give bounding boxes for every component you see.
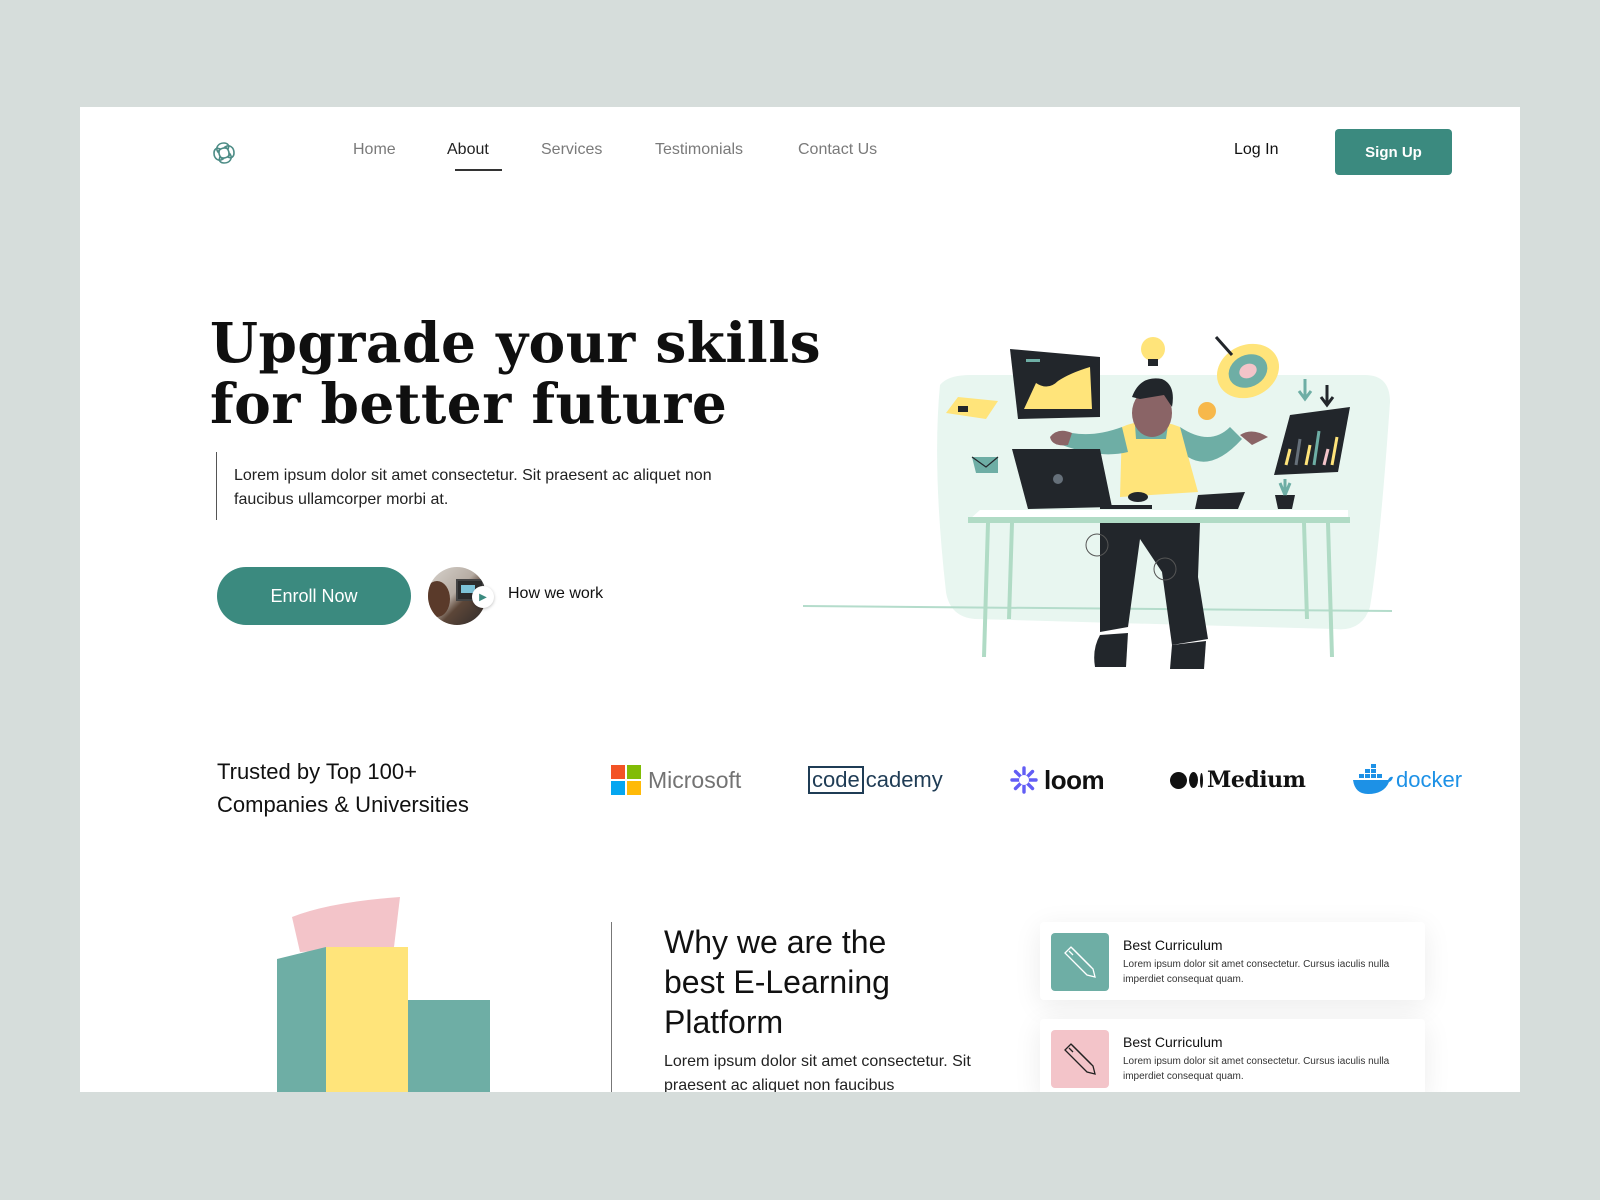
docker-whale-icon	[1353, 764, 1393, 794]
why-description: Lorem ipsum dolor sit amet consectetur. …	[664, 1053, 971, 1092]
codecademy-rest-text: cademy	[865, 767, 943, 792]
hero-title-line-2: for better future	[210, 371, 728, 436]
docker-logo: docker	[1352, 762, 1462, 798]
enroll-now-button[interactable]: Enroll Now	[217, 567, 411, 625]
medium-logo: Medium	[1170, 762, 1306, 798]
trusted-heading-line-2: Companies & Universities	[217, 792, 469, 817]
login-link[interactable]: Log In	[1234, 141, 1278, 159]
trusted-heading-line-1: Trusted by Top 100+	[217, 759, 417, 784]
nav-item-contact-us[interactable]: Contact Us	[798, 141, 877, 159]
thumbnail-person	[428, 581, 450, 617]
nav-item-testimonials[interactable]: Testimonials	[655, 141, 743, 159]
loom-logo: loom	[1010, 762, 1105, 798]
feature-title: Best Curriculum	[1123, 1034, 1223, 1050]
microsoft-grid-icon	[611, 765, 641, 795]
medium-dots-icon	[1170, 771, 1203, 789]
hero-illustration	[802, 336, 1393, 669]
lightbulb-icon	[1141, 337, 1165, 361]
why-divider	[611, 922, 612, 1092]
why-title: Why we are the best E-Learning Platform	[664, 922, 890, 1042]
feature-card[interactable]: Best Curriculum Lorem ipsum dolor sit am…	[1040, 922, 1425, 1000]
medium-text: Medium	[1207, 767, 1306, 793]
feature-title: Best Curriculum	[1123, 937, 1223, 953]
nav-item-about[interactable]: About	[447, 141, 489, 159]
plant-pot	[1275, 495, 1295, 509]
hero-title-line-1: Upgrade your skills	[210, 310, 822, 375]
trusted-heading: Trusted by Top 100+ Companies & Universi…	[217, 755, 469, 821]
pink-block	[292, 897, 400, 952]
hero-title: Upgrade your skills for better future	[210, 312, 821, 434]
hero-quote-bar	[216, 452, 217, 520]
play-icon[interactable]: ▶	[472, 586, 494, 608]
coin-icon	[1198, 402, 1216, 420]
shoe-left	[1094, 633, 1128, 667]
microsoft-logo: Microsoft	[611, 762, 741, 798]
why-title-line-2: best E-Learning	[664, 964, 890, 1000]
feature-description: Lorem ipsum dolor sit amet consectetur. …	[1123, 1056, 1390, 1082]
how-we-work-link[interactable]: How we work	[508, 585, 603, 603]
teal-block-right	[408, 1000, 490, 1092]
loom-asterisk-icon	[1010, 766, 1038, 794]
nav-item-home[interactable]: Home	[353, 141, 396, 159]
signup-button[interactable]: Sign Up	[1335, 129, 1452, 175]
docker-text: docker	[1396, 767, 1463, 792]
mouse	[1128, 492, 1148, 502]
feature-description: Lorem ipsum dolor sit amet consectetur. …	[1123, 959, 1390, 985]
yellow-block	[326, 947, 408, 1092]
loom-text: loom	[1044, 764, 1105, 795]
blocks-illustration	[277, 897, 490, 1092]
nav-item-services[interactable]: Services	[541, 141, 602, 159]
pencil-icon	[1051, 933, 1109, 991]
why-title-line-1: Why we are the	[664, 924, 887, 960]
codecademy-box-text: code	[808, 766, 864, 794]
active-nav-underline	[455, 169, 502, 171]
swirl-logo-icon[interactable]	[210, 139, 238, 167]
desk-top	[968, 517, 1350, 523]
landing-page: Home About Services Testimonials Contact…	[80, 107, 1520, 1092]
pencil-icon	[1051, 1030, 1109, 1088]
shoe-right	[1170, 641, 1206, 669]
feature-card[interactable]: Best Curriculum Lorem ipsum dolor sit am…	[1040, 1019, 1425, 1092]
codecademy-logo: code cademy	[808, 762, 943, 798]
microsoft-text: Microsoft	[648, 766, 742, 793]
teal-block-left	[277, 947, 326, 1092]
why-title-line-3: Platform	[664, 1004, 784, 1040]
hero-description: Lorem ipsum dolor sit amet consectetur. …	[234, 467, 712, 508]
